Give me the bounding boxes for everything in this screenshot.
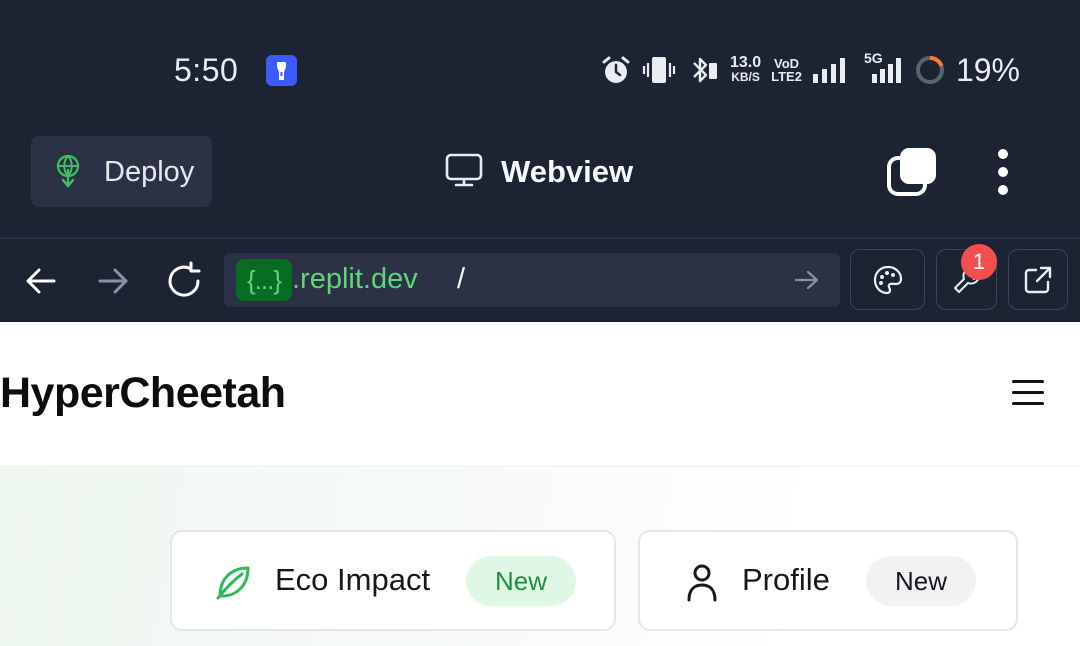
- status-icons: 13.0 KB/S VoD LTE2 5G 19%: [600, 50, 1020, 90]
- eco-impact-card[interactable]: Eco Impact New: [170, 530, 616, 631]
- more-menu-button[interactable]: [990, 148, 1016, 196]
- profile-new-badge: New: [866, 556, 976, 606]
- profile-label: Profile: [742, 562, 830, 597]
- net-speed: 13.0 KB/S: [729, 54, 762, 85]
- deploy-icon: [53, 154, 83, 193]
- arrow-right-icon: [98, 268, 128, 294]
- net-speed-unit: KB/S: [731, 70, 760, 84]
- alarm-icon: [600, 54, 632, 86]
- tabs-icon: [887, 148, 936, 196]
- volte-indicator: VoD LTE2: [771, 57, 802, 83]
- profile-card[interactable]: Profile New: [638, 530, 1018, 631]
- palette-icon: [873, 265, 902, 294]
- deploy-button[interactable]: Deploy: [31, 136, 212, 207]
- torch-icon: [266, 55, 297, 86]
- arrow-left-icon: [26, 268, 56, 294]
- deploy-label: Deploy: [104, 156, 195, 188]
- leaf-icon: [214, 562, 254, 607]
- site-header: HyperCheetah: [0, 322, 1080, 467]
- kebab-icon: [998, 149, 1008, 195]
- battery-ring-icon: [914, 54, 946, 86]
- monitor-icon: [445, 153, 483, 192]
- reload-icon: [168, 261, 201, 297]
- signal-icon: [812, 56, 850, 84]
- bluetooth-icon: [686, 54, 720, 86]
- webview-title-label: Webview: [501, 154, 634, 189]
- notification-badge: 1: [961, 244, 997, 280]
- theme-palette-button[interactable]: [850, 249, 925, 310]
- url-domain: .replit.dev: [292, 263, 418, 295]
- status-bar: 5:50 13.0 KB/S VoD LTE2 5G 19%: [0, 0, 1080, 108]
- url-bar: {...} .replit.dev /: [0, 239, 1080, 322]
- net-speed-value: 13.0: [729, 54, 762, 71]
- open-external-button[interactable]: [1008, 249, 1068, 310]
- reload-button[interactable]: [164, 261, 204, 301]
- eco-impact-new-badge: New: [466, 556, 576, 606]
- url-dev-badge: {...}: [236, 259, 292, 301]
- volte-bottom: LTE2: [771, 69, 802, 84]
- tabs-button[interactable]: [886, 146, 938, 198]
- network-type: 5G: [863, 50, 883, 66]
- hamburger-menu-icon[interactable]: [1012, 380, 1046, 410]
- signal-5g: 5G: [860, 50, 904, 84]
- app-header: Deploy Webview: [0, 108, 1080, 238]
- webview-tab-title[interactable]: Webview: [445, 152, 633, 192]
- forward-button[interactable]: [94, 261, 134, 301]
- vibrate-icon: [642, 54, 676, 86]
- user-icon: [682, 562, 722, 607]
- site-title[interactable]: HyperCheetah: [0, 369, 286, 418]
- go-arrow-icon[interactable]: [794, 268, 820, 297]
- hero-section: Eco Impact New Profile New: [0, 468, 1080, 646]
- web-content: HyperCheetah Eco Impact New Profile New: [0, 322, 1080, 646]
- url-path: /: [457, 263, 466, 295]
- url-input[interactable]: {...} .replit.dev /: [224, 253, 840, 307]
- external-link-icon: [1024, 266, 1052, 293]
- eco-impact-label: Eco Impact: [275, 562, 431, 597]
- status-time: 5:50: [174, 52, 239, 88]
- battery-percent: 19%: [955, 51, 1020, 88]
- back-button[interactable]: [22, 261, 62, 301]
